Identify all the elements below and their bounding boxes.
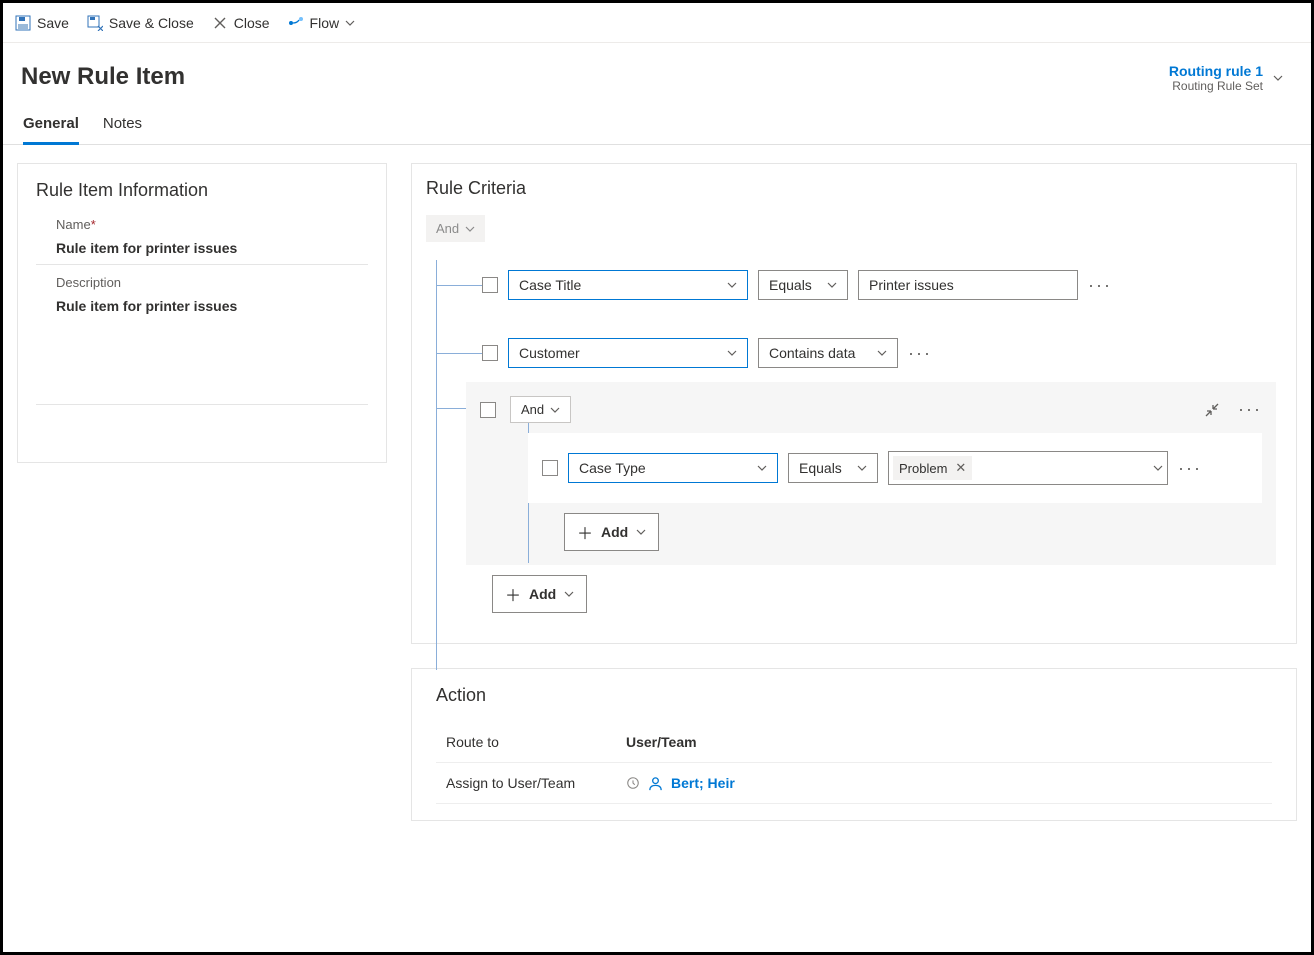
value-lookup-problem[interactable]: Problem ✕ [888, 451, 1168, 485]
routing-rule-link[interactable]: Routing rule 1 [1169, 63, 1263, 79]
command-bar: Save Save & Close Close Flow [3, 3, 1311, 43]
tab-bar: General Notes [3, 93, 1311, 145]
close-label: Close [234, 15, 270, 31]
action-card: Action Route to User/Team Assign to User… [411, 668, 1297, 821]
operator-dropdown-contains-data[interactable]: Contains data [758, 338, 898, 368]
criteria-title: Rule Criteria [426, 178, 1276, 199]
condition-checkbox[interactable] [542, 460, 558, 476]
flow-label: Flow [310, 15, 340, 31]
route-to-value[interactable]: User/Team [626, 734, 697, 750]
condition-checkbox[interactable] [482, 345, 498, 361]
save-close-button[interactable]: Save & Close [87, 15, 194, 31]
routing-rule-sub: Routing Rule Set [1169, 79, 1263, 93]
chevron-down-icon [827, 280, 837, 290]
tag-remove-button[interactable]: ✕ [955, 460, 966, 476]
name-label: Name* [56, 217, 368, 232]
add-button[interactable]: ＋ Add [492, 575, 587, 613]
field-dropdown-customer[interactable]: Customer [508, 338, 748, 368]
row-more-button[interactable]: ··· [908, 343, 932, 364]
routing-rule-selector[interactable]: Routing rule 1 Routing Rule Set [1169, 63, 1283, 93]
chevron-down-icon [727, 280, 737, 290]
save-close-icon [87, 15, 103, 31]
page-title: New Rule Item [21, 63, 185, 91]
chevron-down-icon [727, 348, 737, 358]
chevron-down-icon [757, 463, 767, 473]
info-card-title: Rule Item Information [36, 180, 368, 201]
route-to-label: Route to [446, 734, 626, 750]
row-more-button[interactable]: ··· [1088, 275, 1112, 296]
chevron-down-icon [877, 348, 887, 358]
description-value[interactable]: Rule item for printer issues [56, 298, 368, 314]
nested-add-button[interactable]: ＋ Add [564, 513, 659, 551]
group-checkbox[interactable] [480, 402, 496, 418]
row-more-button[interactable]: ··· [1178, 458, 1202, 479]
save-icon [15, 15, 31, 31]
chevron-down-icon [564, 589, 574, 599]
tab-general[interactable]: General [23, 115, 79, 145]
field-dropdown-case-title[interactable]: Case Title [508, 270, 748, 300]
flow-icon [288, 15, 304, 31]
name-value[interactable]: Rule item for printer issues [56, 240, 368, 256]
chevron-down-icon [1153, 463, 1163, 473]
chevron-down-icon [345, 18, 355, 28]
rule-item-info-card: Rule Item Information Name* Rule item fo… [17, 163, 387, 463]
save-label: Save [37, 15, 69, 31]
chevron-down-icon [857, 463, 867, 473]
operator-dropdown-equals[interactable]: Equals [758, 270, 848, 300]
value-input-printer-issues[interactable]: Printer issues [858, 270, 1078, 300]
plus-icon: ＋ [505, 582, 521, 606]
chevron-down-icon [550, 405, 560, 415]
plus-icon: ＋ [577, 520, 593, 544]
tab-notes[interactable]: Notes [103, 115, 142, 144]
close-icon [212, 15, 228, 31]
group-more-button[interactable]: ··· [1238, 399, 1262, 420]
assign-label: Assign to User/Team [446, 775, 626, 791]
description-label: Description [56, 275, 368, 290]
chevron-down-icon [1273, 73, 1283, 83]
collapse-icon[interactable] [1204, 402, 1220, 418]
flow-button[interactable]: Flow [288, 15, 356, 31]
recent-icon [626, 776, 640, 790]
assign-value[interactable]: Bert; Heir [626, 775, 735, 791]
condition-checkbox[interactable] [482, 277, 498, 293]
chevron-down-icon [465, 224, 475, 234]
save-close-label: Save & Close [109, 15, 194, 31]
field-dropdown-case-type[interactable]: Case Type [568, 453, 778, 483]
save-button[interactable]: Save [15, 15, 69, 31]
action-title: Action [436, 685, 1272, 706]
nested-operator[interactable]: And [510, 396, 571, 423]
root-operator[interactable]: And [426, 215, 485, 242]
rule-criteria-card: Rule Criteria And [411, 163, 1297, 644]
operator-dropdown-equals[interactable]: Equals [788, 453, 878, 483]
person-icon [648, 776, 663, 791]
close-button[interactable]: Close [212, 15, 270, 31]
chevron-down-icon [636, 527, 646, 537]
